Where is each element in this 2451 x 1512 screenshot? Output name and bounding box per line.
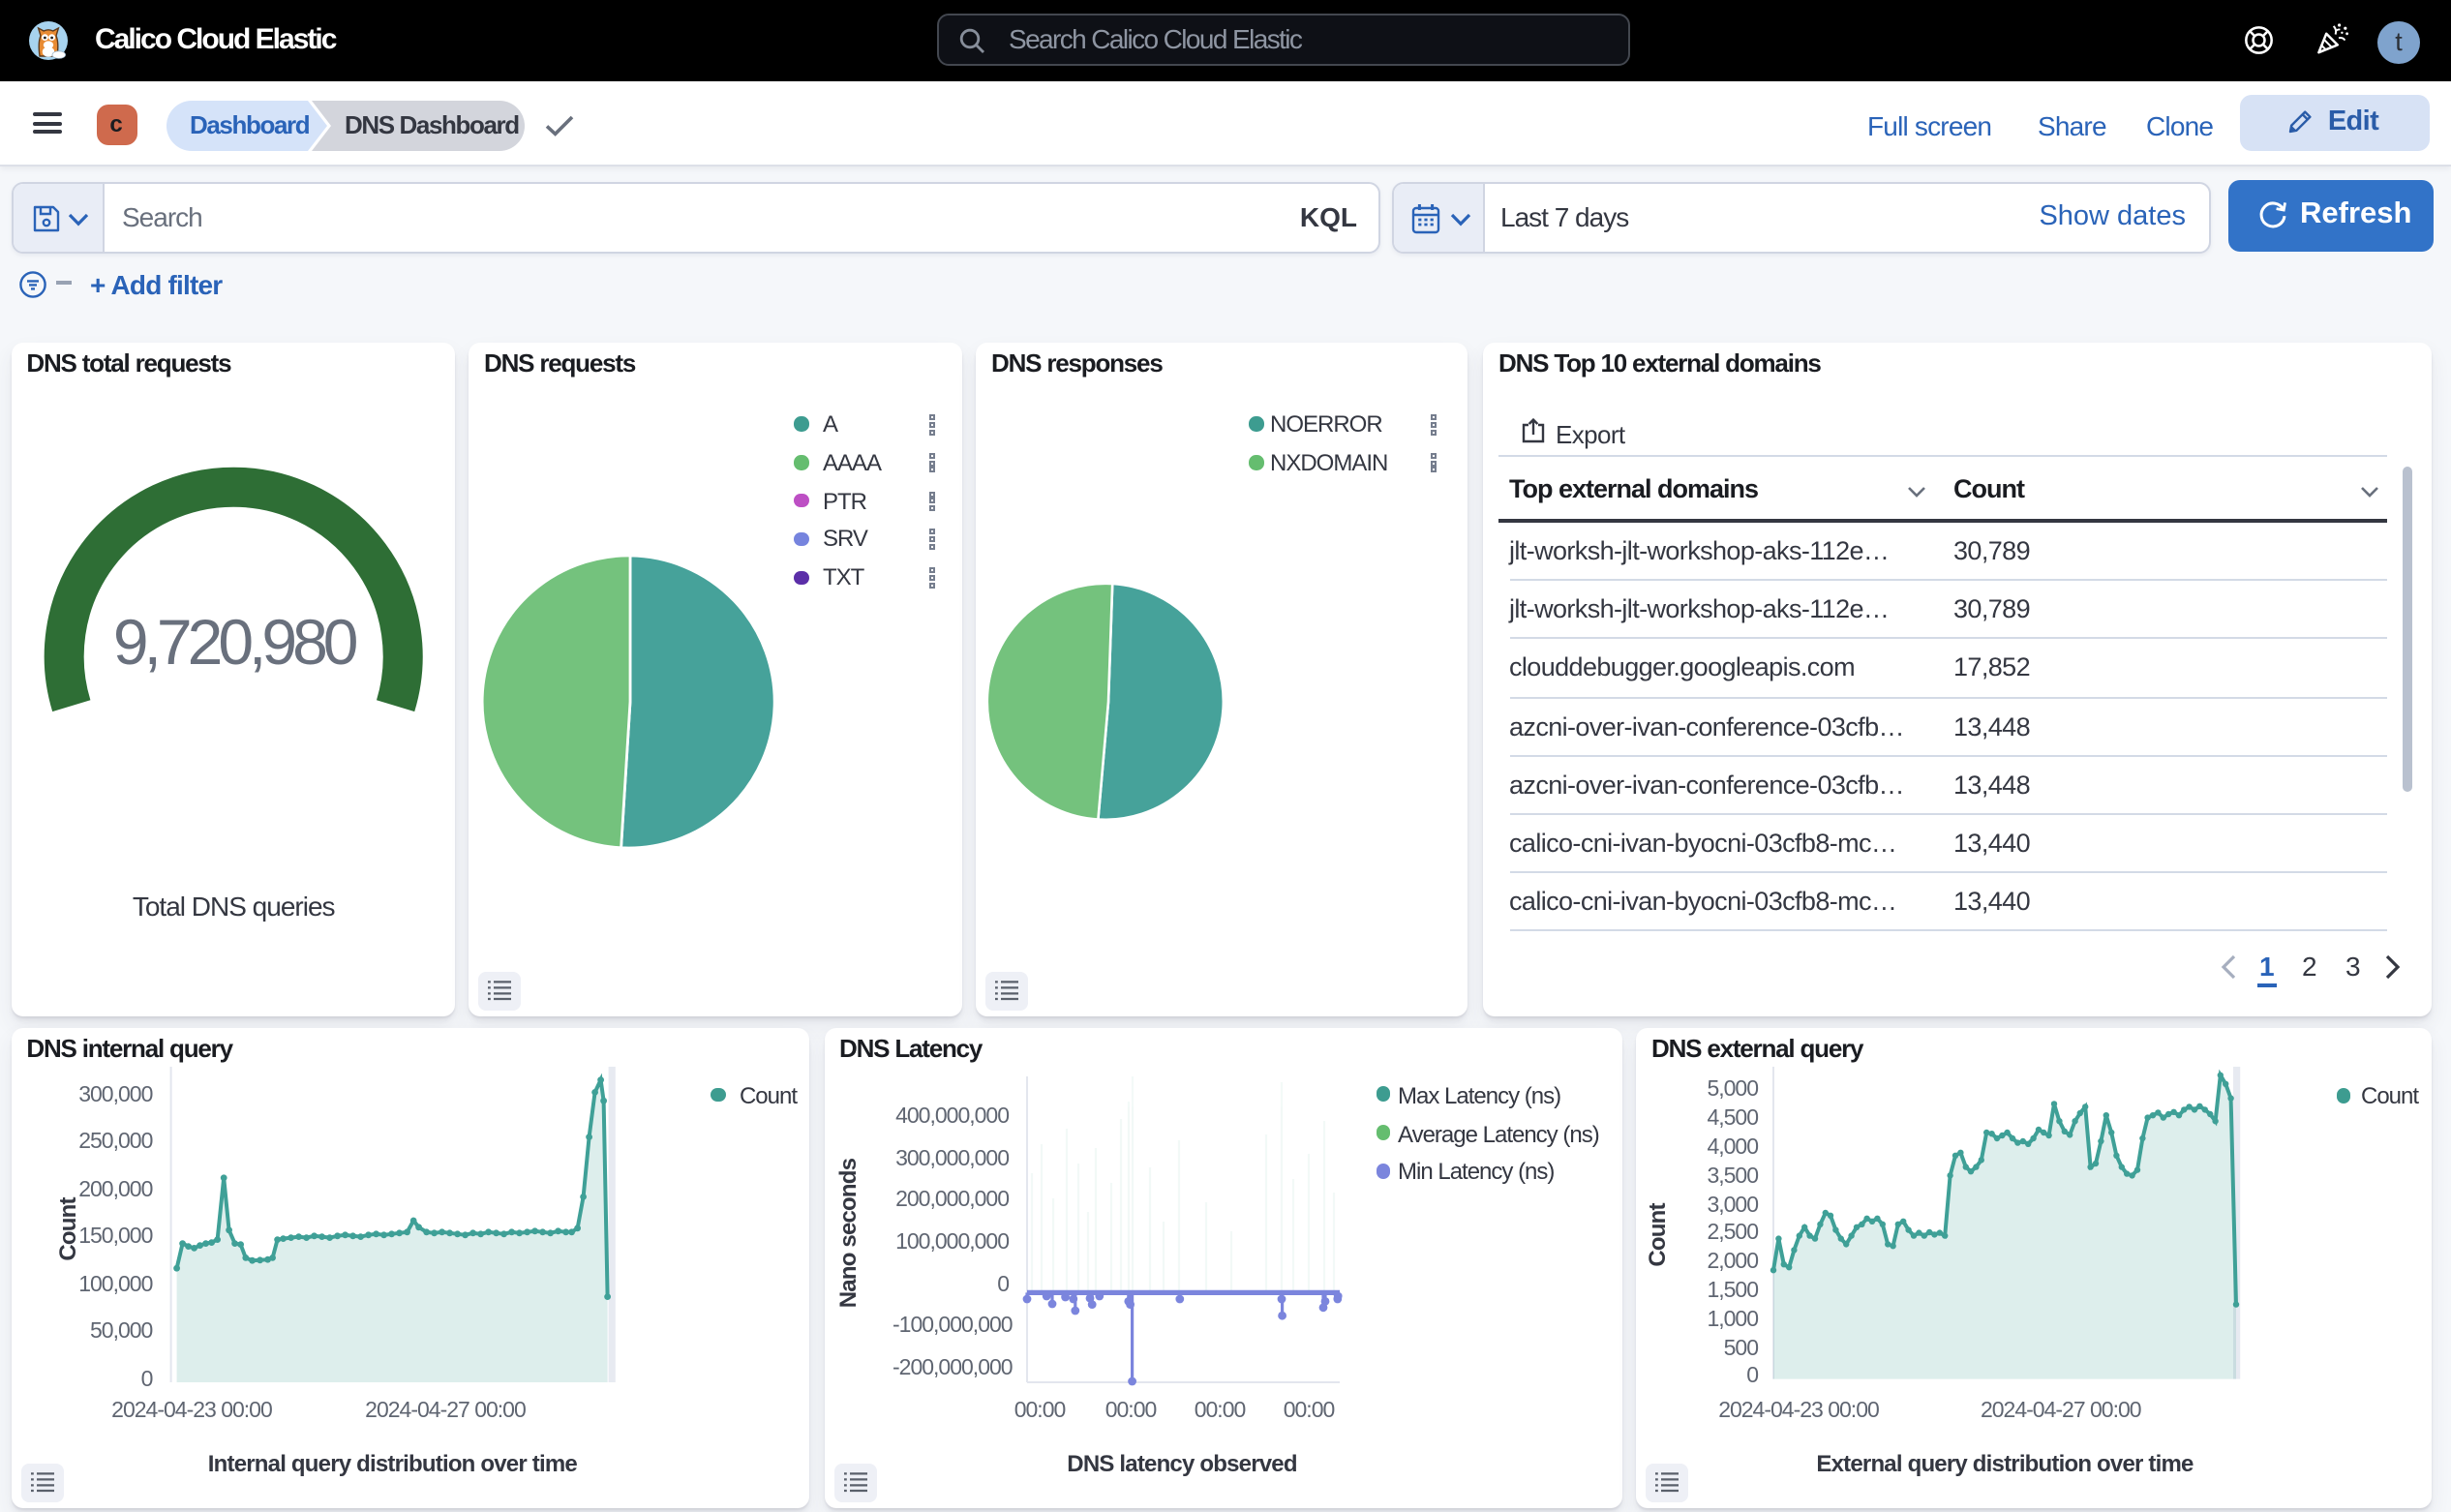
svg-text:9,720,980: 9,720,980 [112, 606, 356, 678]
svg-text:Total DNS queries: Total DNS queries [132, 892, 334, 922]
